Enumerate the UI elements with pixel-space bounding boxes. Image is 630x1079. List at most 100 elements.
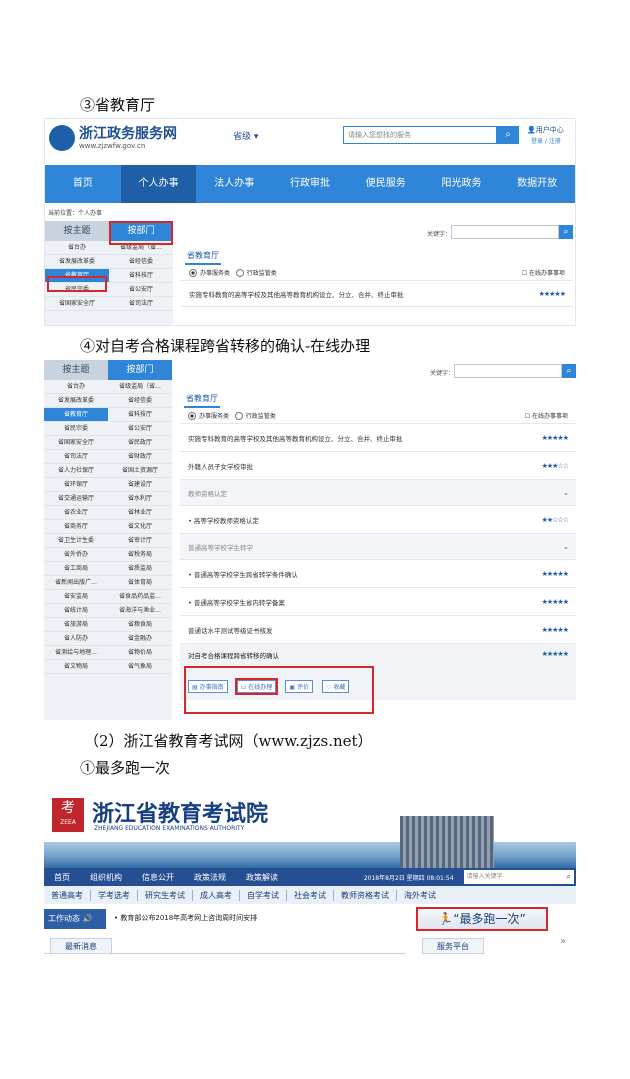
dept-item[interactable]: 省国家安全厅 [45, 297, 109, 311]
subnav-graduate[interactable]: 研究生考试 [138, 889, 193, 901]
dept-item[interactable]: 省民政厅 [108, 436, 172, 450]
dept-item[interactable]: 省司法厅 [109, 297, 173, 311]
service-row[interactable]: 实施专科教育的高等学校及其他高等教育机构设立、分立、合并、终止审批 ★★★★★ [180, 424, 576, 452]
exam-nav-info[interactable]: 信息公开 [132, 872, 184, 883]
dept-item[interactable]: 省质监局 [108, 562, 172, 576]
dept-item[interactable]: 省科技厅 [108, 408, 172, 422]
service-row[interactable]: • 普通高等学校学生省内转学备案 ★★★★★ [180, 588, 576, 616]
dept-item[interactable]: 省人防办 [44, 632, 108, 646]
dept-item[interactable]: 省文物局 [44, 660, 108, 674]
dept-item[interactable]: 省工商局 [44, 562, 108, 576]
dept-item[interactable]: 省发展改革委 [44, 394, 108, 408]
subnav-self-study[interactable]: 自学考试 [240, 889, 287, 901]
dept-item[interactable]: 省人力社保厅 [44, 464, 108, 478]
login-register-link[interactable]: 登录 / 注册 [531, 136, 561, 145]
exam-nav-org[interactable]: 组织机构 [80, 872, 132, 883]
dept-item[interactable]: 省农业厅 [44, 506, 108, 520]
radio-admin[interactable] [234, 412, 243, 421]
nav-home[interactable]: 首页 [45, 165, 121, 203]
dept-item[interactable]: 省统计局 [44, 604, 108, 618]
dept-item[interactable]: 省科技厅 [109, 269, 173, 283]
dept-item[interactable]: 省司法厅 [44, 450, 108, 464]
tab-by-theme[interactable]: 按主题 [44, 360, 108, 380]
dept-item[interactable]: 省税务局 [108, 548, 172, 562]
tab-by-theme[interactable]: 按主题 [45, 221, 109, 241]
subnav-adult[interactable]: 成人高考 [193, 889, 240, 901]
dept-item[interactable]: 省经信委 [108, 394, 172, 408]
service-group-row[interactable]: 普通高等学校学生转学 ⌄ [180, 534, 576, 560]
subnav-social[interactable]: 社会考试 [287, 889, 334, 901]
more-icon[interactable]: » [560, 936, 566, 947]
service-row[interactable]: • 普通高等学校学生跨省转学条件确认 ★★★★★ [180, 560, 576, 588]
service-row[interactable]: 实施专科教育的高等学校及其他高等教育机构设立、分立、合并、终止审批 ★★★★★ [181, 281, 573, 307]
radio-admin[interactable] [235, 269, 244, 278]
news-ticker-item[interactable]: • 教育部公布2018年高考网上咨询周时间安排 [114, 913, 257, 923]
dept-item[interactable]: 省测绘与地理... [44, 646, 108, 660]
dept-item[interactable]: 省粮食局 [108, 618, 172, 632]
subnav-gaokao[interactable]: 普通高考 [44, 889, 91, 901]
dept-item[interactable]: 省发展改革委 [45, 255, 109, 269]
exam-nav-policy[interactable]: 政策法规 [184, 872, 236, 883]
tab-by-dept[interactable]: 按部门 [108, 360, 172, 380]
tab-latest-news[interactable]: 最新消息 [50, 938, 112, 954]
dept-item[interactable]: 省海洋与渔业... [108, 604, 172, 618]
dept-item[interactable]: 省台办 [44, 380, 108, 394]
nav-legal[interactable]: 法人办事 [196, 165, 272, 203]
nav-open-data[interactable]: 数据开放 [499, 165, 575, 203]
dept-item[interactable]: 省交通运输厅 [44, 492, 108, 506]
dept-item[interactable]: 省金融办 [108, 632, 172, 646]
search-icon[interactable]: ⌕ [562, 363, 576, 378]
dept-item[interactable]: 省外侨办 [44, 548, 108, 562]
subnav-teacher[interactable]: 教师资格考试 [334, 889, 397, 901]
dept-item[interactable]: 省审计厅 [108, 534, 172, 548]
online-only-checkbox[interactable]: ☐ 在线办事事项 [522, 268, 565, 277]
dept-item[interactable]: 省公安厅 [109, 283, 173, 297]
online-only-checkbox[interactable]: ☐ 在线办事事项 [525, 411, 568, 420]
dept-item[interactable]: 省国土资源厅 [108, 464, 172, 478]
dept-item[interactable]: 省安监局 [44, 590, 108, 604]
radio-personal[interactable] [189, 269, 197, 278]
keyword-input[interactable] [454, 363, 562, 378]
nav-approval[interactable]: 行政审批 [272, 165, 348, 203]
search-icon[interactable]: ⌕ [559, 224, 573, 239]
zui-duo-pao-banner[interactable]: 🏃“最多跑一次” [416, 907, 548, 931]
keyword-input[interactable] [451, 224, 559, 239]
dept-item[interactable]: 省建设厅 [108, 478, 172, 492]
dept-item[interactable]: 省级监局（省... [108, 380, 172, 394]
dept-item[interactable]: 省商务厅 [44, 520, 108, 534]
dept-item[interactable]: 省国家安全厅 [44, 436, 108, 450]
dept-item[interactable]: 省旅游局 [44, 618, 108, 632]
dept-item[interactable]: 省食品药品监... [108, 590, 172, 604]
radio-personal[interactable] [188, 412, 196, 421]
subnav-overseas[interactable]: 海外考试 [397, 890, 443, 901]
search-icon[interactable]: ⌕ [563, 870, 574, 884]
service-row[interactable]: 普通话水平测试等级证书核发 ★★★★★ [180, 616, 576, 644]
nav-convenience[interactable]: 便民服务 [348, 165, 424, 203]
tab-service-platform[interactable]: 服务平台 [422, 938, 484, 954]
dept-item[interactable]: 省教育厅 [44, 408, 108, 422]
nav-open-gov[interactable]: 阳光政务 [424, 165, 500, 203]
exam-nav-interpret[interactable]: 政策解读 [236, 872, 288, 883]
dept-item[interactable]: 省卫生计生委 [44, 534, 108, 548]
service-group-row[interactable]: 教师资格认定 ⌄ [180, 480, 576, 506]
dept-item[interactable]: 省台办 [45, 241, 109, 255]
dept-item[interactable]: 省新闻出版广... [44, 576, 108, 590]
exam-nav-home[interactable]: 首页 [44, 872, 80, 883]
region-selector[interactable]: 省级 ▾ [233, 129, 258, 142]
subnav-xuekao[interactable]: 学考选考 [91, 889, 138, 901]
dept-item[interactable]: 省环保厅 [44, 478, 108, 492]
dept-item[interactable]: 省公安厅 [108, 422, 172, 436]
dept-item[interactable]: 省水利厅 [108, 492, 172, 506]
dept-item[interactable]: 省文化厅 [108, 520, 172, 534]
service-row[interactable]: 外籍人员子女学校审批 ★★★☆☆ [180, 452, 576, 480]
service-row[interactable]: • 高等学校教师资格认定 ★★☆☆☆ [180, 506, 576, 534]
exam-search-input[interactable]: 请输入关键字 [463, 870, 564, 884]
dept-item[interactable]: 省财政厅 [108, 450, 172, 464]
portal-search-input[interactable]: 请输入您想找的服务 [343, 126, 497, 144]
dept-item[interactable]: 省林业厅 [108, 506, 172, 520]
nav-personal[interactable]: 个人办事 [120, 165, 197, 203]
dept-item[interactable]: 省气象局 [108, 660, 172, 674]
dept-item[interactable]: 省物价局 [108, 646, 172, 660]
dept-item[interactable]: 省经信委 [109, 255, 173, 269]
dept-item[interactable]: 省体育局 [108, 576, 172, 590]
